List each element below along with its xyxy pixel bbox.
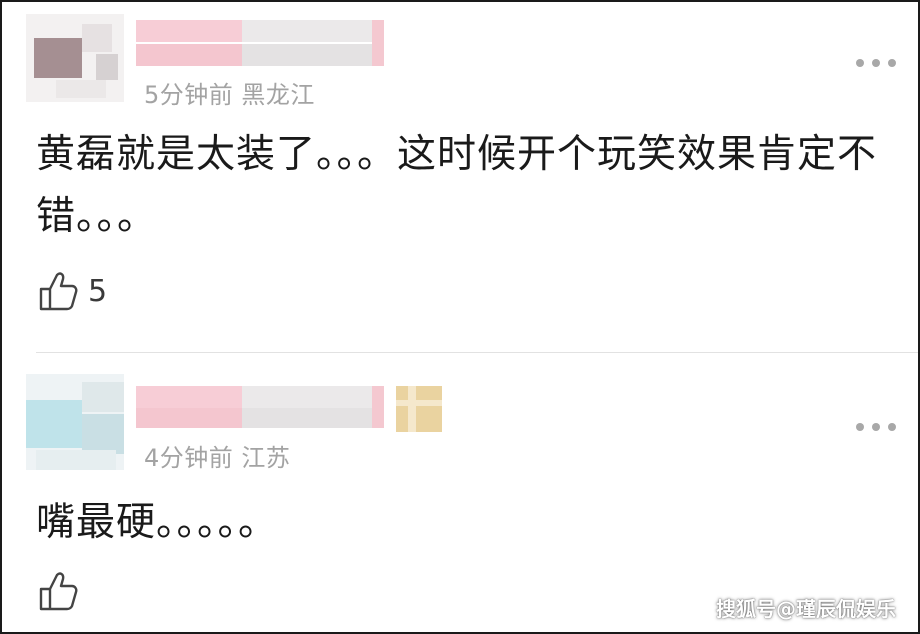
avatar[interactable]: [26, 374, 124, 470]
like-button[interactable]: 5: [38, 270, 107, 312]
comment-text: 嘴最硬。。。。。: [36, 500, 279, 545]
thumbs-up-icon: [39, 572, 78, 611]
username-blurred[interactable]: [136, 20, 384, 68]
like-button[interactable]: [38, 570, 88, 612]
more-dots-icon: [856, 423, 864, 431]
comment-meta: 4分钟前 江苏: [144, 444, 291, 472]
more-options-button[interactable]: [856, 56, 896, 70]
avatar[interactable]: [26, 14, 124, 102]
like-count: 5: [88, 273, 108, 309]
comment-text: 黄磊就是太装了。。。这时候开个玩笑效果肯定不错。。。: [36, 132, 878, 239]
comment-item: 4分钟前 江苏 嘴最硬。。。。。: [2, 364, 918, 632]
watermark: 搜狐号@瑾辰侃娱乐: [716, 597, 896, 621]
comment-item: 5分钟前 黑龙江 黄磊就是太装了。。。这时候开个玩笑效果肯定不错。。。 5: [2, 2, 918, 348]
thumbs-up-icon: [39, 272, 78, 311]
comment-divider: [36, 352, 918, 353]
more-options-button[interactable]: [856, 420, 896, 434]
comment-meta: 5分钟前 黑龙江: [144, 81, 315, 109]
screenshot-frame: 5分钟前 黑龙江 黄磊就是太装了。。。这时候开个玩笑效果肯定不错。。。 5 4分…: [0, 0, 920, 634]
more-dots-icon: [856, 59, 864, 67]
username-blurred[interactable]: [136, 386, 446, 434]
